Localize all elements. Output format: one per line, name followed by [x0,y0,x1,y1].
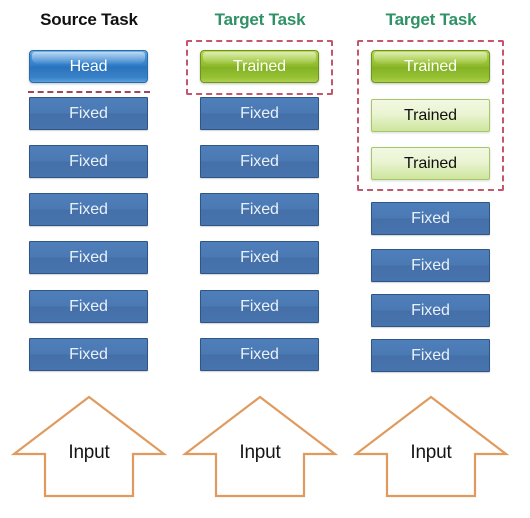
layer-box-fixed[interactable]: Fixed [200,193,319,226]
input-arrow-target-task-1: Input [180,392,340,502]
layer-box-fixed[interactable]: Fixed [200,145,319,178]
transfer-learning-diagram: Source Task Target Task Target Task Head… [0,0,530,518]
layer-box-fixed[interactable]: Fixed [29,193,148,226]
layer-box-fixed[interactable]: Fixed [200,290,319,323]
layer-box-trained[interactable]: Trained [371,99,490,132]
layer-box-fixed[interactable]: Fixed [29,241,148,274]
input-label: Input [410,442,452,463]
input-label: Input [239,442,281,463]
layer-box-fixed[interactable]: Fixed [29,338,148,371]
input-arrow-source-task: Input [9,392,169,502]
layer-box-fixed[interactable]: Fixed [371,202,490,235]
layer-box-fixed[interactable]: Fixed [371,294,490,327]
layer-box-trained[interactable]: Trained [371,50,490,83]
layer-box-fixed[interactable]: Fixed [29,97,148,130]
column-title-target-task-2: Target Task [385,10,477,29]
input-label: Input [68,442,110,463]
layer-box-fixed[interactable]: Fixed [29,290,148,323]
dashed-separator-line [28,91,150,93]
layer-box-fixed[interactable]: Fixed [200,241,319,274]
input-arrow-target-task-2: Input [351,392,511,502]
layer-box-fixed[interactable]: Fixed [371,339,490,372]
column-title-source-task: Source Task [40,10,138,29]
column-title-target-task-1: Target Task [214,10,306,29]
layer-box-fixed[interactable]: Fixed [29,145,148,178]
layer-box-trained[interactable]: Trained [371,147,490,180]
layer-box-fixed[interactable]: Fixed [200,338,319,371]
layer-box-trained[interactable]: Trained [200,50,319,83]
layer-box-fixed[interactable]: Fixed [371,249,490,282]
layer-box-head[interactable]: Head [29,50,148,83]
layer-box-fixed[interactable]: Fixed [200,97,319,130]
